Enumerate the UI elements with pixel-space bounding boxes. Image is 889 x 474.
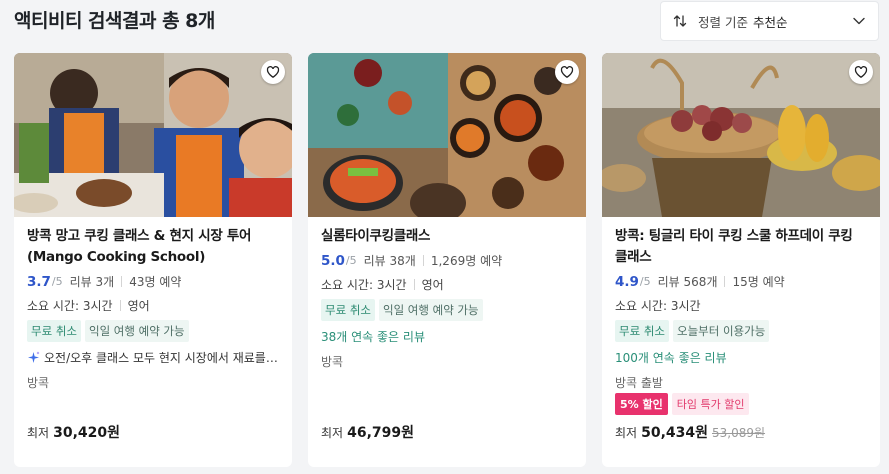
duration: 소요 시간: 3시간 bbox=[615, 299, 701, 313]
heart-icon bbox=[266, 66, 280, 78]
tag-list: 무료 취소 익일 여행 예약 가능 bbox=[321, 299, 574, 321]
heart-icon bbox=[560, 66, 574, 78]
rating-row: 4.9 /5 리뷰 568개 15명 예약 bbox=[615, 273, 868, 290]
price-row: 최저 46,799원 bbox=[321, 422, 414, 442]
sort-label: 정렬 기준 bbox=[698, 14, 748, 30]
info-row: 소요 시간: 3시간 영어 bbox=[27, 297, 280, 314]
sparkle-icon bbox=[28, 351, 40, 363]
sort-dropdown[interactable]: 정렬 기준 추천순 bbox=[660, 1, 879, 41]
page-title: 액티비티 검색결과 총 8개 bbox=[14, 10, 215, 32]
booking-tag: 익일 여행 예약 가능 bbox=[84, 320, 189, 342]
sale-badges: 5% 할인 타임 특가 할인 bbox=[615, 393, 750, 415]
activity-title: 실롬타이쿠킹클래스 bbox=[321, 228, 431, 244]
rating-score: 4.9 bbox=[615, 273, 639, 290]
activity-card[interactable]: 방콕: 팅글리 타이 쿠킹 스쿨 하프데이 쿠킹 클래스 4.9 /5 리뷰 5… bbox=[602, 53, 880, 467]
review-streak: 38개 연속 좋은 리뷰 bbox=[321, 330, 425, 344]
rating-score: 5.0 bbox=[321, 252, 345, 269]
activity-photo bbox=[602, 53, 880, 217]
tag-list: 무료 취소 오늘부터 이용가능 bbox=[615, 320, 868, 342]
divider bbox=[724, 276, 726, 287]
price: 46,799원 bbox=[347, 425, 414, 441]
info-row: 소요 시간: 3시간 영어 bbox=[321, 276, 574, 293]
activity-title: 방콕 망고 쿠킹 클래스 & 현지 시장 투어 (Mango Cooking S… bbox=[27, 228, 252, 265]
info-row: 소요 시간: 3시간 bbox=[615, 297, 868, 314]
divider bbox=[121, 276, 123, 287]
review-count: 리뷰 38개 bbox=[363, 254, 416, 268]
chevron-down-icon bbox=[852, 14, 866, 28]
price: 30,420원 bbox=[53, 425, 120, 441]
original-price: 53,089원 bbox=[712, 426, 766, 440]
language: 영어 bbox=[127, 299, 150, 313]
booking-tag: 익일 여행 예약 가능 bbox=[378, 299, 483, 321]
price: 50,434원 bbox=[641, 425, 708, 441]
review-streak: 100개 연속 좋은 리뷰 bbox=[615, 351, 727, 365]
availability-tag: 오늘부터 이용가능 bbox=[672, 320, 770, 342]
wishlist-heart-button[interactable] bbox=[261, 60, 285, 84]
divider bbox=[422, 255, 424, 266]
activity-photo bbox=[308, 53, 586, 217]
sort-arrows-icon bbox=[673, 13, 689, 29]
booking-count: 1,269명 예약 bbox=[430, 254, 503, 268]
rating-out-of: /5 bbox=[51, 275, 63, 288]
rating-row: 3.7 /5 리뷰 3개 43명 예약 bbox=[27, 273, 280, 290]
rating-score: 3.7 bbox=[27, 273, 51, 290]
location: 방콕 출발 bbox=[615, 376, 663, 390]
highlight-text: 오전/오후 클래스 모두 현지 시장에서 재료를 구매합니다 bbox=[44, 351, 280, 365]
wishlist-heart-button[interactable] bbox=[849, 60, 873, 84]
price-prefix: 최저 bbox=[27, 426, 50, 440]
rating-out-of: /5 bbox=[639, 275, 651, 288]
free-cancel-tag: 무료 취소 bbox=[27, 320, 81, 342]
discount-badge: 5% 할인 bbox=[615, 393, 668, 415]
heart-icon bbox=[854, 66, 868, 78]
review-count: 리뷰 568개 bbox=[657, 275, 718, 289]
tag-list: 무료 취소 익일 여행 예약 가능 bbox=[27, 320, 280, 342]
booking-count: 15명 예약 bbox=[732, 275, 785, 289]
rating-out-of: /5 bbox=[345, 254, 357, 267]
highlight-row: 오전/오후 클래스 모두 현지 시장에서 재료를 구매합니다 bbox=[27, 349, 280, 366]
divider bbox=[413, 279, 415, 290]
review-count: 리뷰 3개 bbox=[69, 275, 115, 289]
sort-value: 추천순 bbox=[752, 14, 788, 30]
price-prefix: 최저 bbox=[321, 426, 344, 440]
duration: 소요 시간: 3시간 bbox=[27, 299, 113, 313]
time-sale-badge: 타임 특가 할인 bbox=[671, 393, 750, 415]
activity-card[interactable]: 실롬타이쿠킹클래스 5.0 /5 리뷰 38개 1,269명 예약 소요 시간:… bbox=[308, 53, 586, 467]
activity-title: 방콕: 팅글리 타이 쿠킹 스쿨 하프데이 쿠킹 클래스 bbox=[615, 228, 853, 265]
location: 방콕 bbox=[27, 376, 50, 390]
free-cancel-tag: 무료 취소 bbox=[321, 299, 375, 321]
booking-count: 43명 예약 bbox=[129, 275, 182, 289]
activity-card[interactable]: 방콕 망고 쿠킹 클래스 & 현지 시장 투어 (Mango Cooking S… bbox=[14, 53, 292, 467]
location: 방콕 bbox=[321, 355, 344, 369]
free-cancel-tag: 무료 취소 bbox=[615, 320, 669, 342]
divider bbox=[119, 300, 121, 311]
rating-row: 5.0 /5 리뷰 38개 1,269명 예약 bbox=[321, 252, 574, 269]
duration: 소요 시간: 3시간 bbox=[321, 278, 407, 292]
activity-photo bbox=[14, 53, 292, 217]
price-prefix: 최저 bbox=[615, 426, 638, 440]
language: 영어 bbox=[421, 278, 444, 292]
wishlist-heart-button[interactable] bbox=[555, 60, 579, 84]
price-row: 최저 50,434원 53,089원 bbox=[615, 422, 765, 442]
price-row: 최저 30,420원 bbox=[27, 422, 120, 442]
